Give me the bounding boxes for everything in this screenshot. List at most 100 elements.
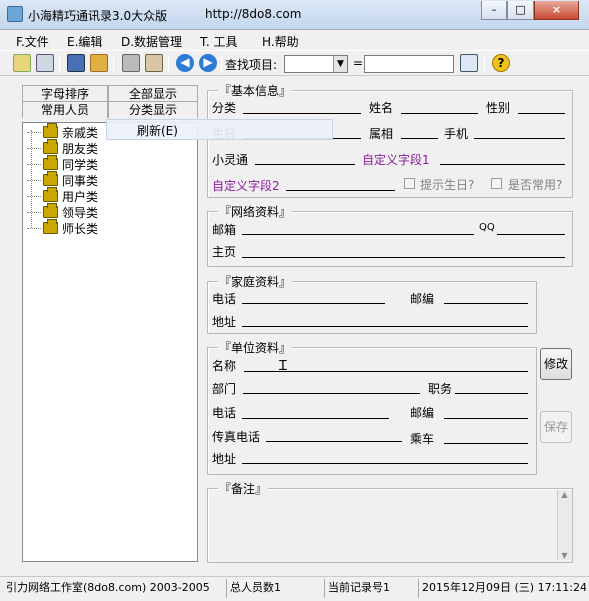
text-cursor-icon: Ɪ <box>279 358 287 374</box>
position-field[interactable] <box>455 393 528 394</box>
category-label: 分类 <box>212 101 237 115</box>
search-input[interactable] <box>364 55 454 73</box>
folder-icon <box>43 171 58 186</box>
toolbar-separator <box>221 54 222 73</box>
category-field[interactable] <box>243 113 361 114</box>
homepage-field[interactable] <box>242 257 565 258</box>
tab-category[interactable]: 分类显示 <box>108 101 198 118</box>
tab-frequent[interactable]: 常用人员 <box>22 101 108 118</box>
dept-field[interactable] <box>243 393 420 394</box>
name-label: 姓名 <box>369 101 394 115</box>
tab-show-all[interactable]: 全部显示 <box>108 85 198 102</box>
gender-label: 性别 <box>486 101 511 115</box>
menu-data[interactable]: D.数据管理 <box>121 33 182 50</box>
tools-icon[interactable] <box>145 54 163 72</box>
company-label: 名称 <box>212 359 237 373</box>
mail-icon[interactable] <box>90 54 108 72</box>
work-zip-field[interactable] <box>444 418 528 419</box>
home-zip-label: 邮编 <box>410 292 435 306</box>
basic-info-title: 『基本信息』 <box>218 82 293 99</box>
frequent-checkbox[interactable] <box>491 178 502 189</box>
work-title: 『单位资料』 <box>218 339 293 356</box>
home-zip-field[interactable] <box>444 303 528 304</box>
tree-item[interactable]: 同事类 <box>27 171 99 188</box>
home-address-label: 地址 <box>212 315 237 329</box>
tree-item-label: 朋友类 <box>62 141 99 156</box>
status-datetime: 2015年12月09日 (三) 17:11:24 <box>418 579 586 598</box>
menu-file[interactable]: F.文件 <box>16 33 49 50</box>
search-icon[interactable] <box>460 54 478 72</box>
custom-field-1[interactable] <box>440 164 565 165</box>
pager-field[interactable] <box>255 164 355 165</box>
zodiac-label: 属相 <box>369 127 394 141</box>
close-button[interactable]: × <box>534 1 579 20</box>
custom-field-2[interactable] <box>286 190 395 191</box>
category-tree[interactable]: 亲戚类 朋友类 同学类 同事类 用户类 领导类 师长类 <box>22 122 198 562</box>
folder-icon <box>43 187 58 202</box>
notes-scrollbar[interactable]: ▲ ▼ <box>557 490 571 560</box>
home-phone-label: 电话 <box>212 292 237 306</box>
work-phone-label: 电话 <box>212 406 237 420</box>
custom-field-2-label: 自定义字段2 <box>212 179 280 193</box>
folder-icon <box>43 123 58 138</box>
remind-birthday-label: 提示生日? <box>420 178 475 192</box>
fax-field[interactable] <box>266 441 402 442</box>
menu-edit[interactable]: E.编辑 <box>67 33 102 50</box>
new-icon[interactable] <box>13 54 31 72</box>
tree-item[interactable]: 领导类 <box>27 203 98 220</box>
tree-item-label: 亲戚类 <box>62 125 99 140</box>
notes-title: 『备注』 <box>218 480 269 497</box>
window-title: 小海精巧通讯录3.0大众版 <box>28 9 168 23</box>
remind-birthday-checkbox[interactable] <box>404 178 415 189</box>
pager-label: 小灵通 <box>212 153 249 167</box>
save-icon[interactable] <box>67 54 85 72</box>
tree-item[interactable]: 同学类 <box>27 155 98 172</box>
chevron-down-icon[interactable]: ▼ <box>333 56 347 72</box>
search-field-select[interactable]: ▼ <box>284 55 348 73</box>
tree-item-label: 师长类 <box>62 221 99 236</box>
gender-field[interactable] <box>518 113 565 114</box>
tree-item[interactable]: 用户类 <box>27 187 99 204</box>
tree-item[interactable]: 师长类 <box>27 219 99 236</box>
scroll-down-icon[interactable]: ▼ <box>558 551 571 560</box>
work-phone-field[interactable] <box>242 418 389 419</box>
mobile-field[interactable] <box>474 138 565 139</box>
minimize-button[interactable]: – <box>481 1 507 20</box>
mobile-label: 手机 <box>444 127 469 141</box>
back-arrow-icon[interactable]: ◀ <box>176 54 194 72</box>
status-current: 当前记录号1 <box>324 579 416 598</box>
home-address-field[interactable] <box>242 326 528 327</box>
position-label: 职务 <box>428 382 453 396</box>
contact-card-icon[interactable] <box>36 54 54 72</box>
tree-item-label: 用户类 <box>62 189 99 204</box>
toolbar-separator <box>168 54 169 73</box>
save-button[interactable]: 保存 <box>540 411 572 443</box>
bus-field[interactable] <box>444 443 528 444</box>
qq-field[interactable] <box>497 234 565 235</box>
tree-connector <box>31 130 32 228</box>
notes-group: 『备注』 <box>207 480 573 563</box>
home-phone-field[interactable] <box>242 303 385 304</box>
maximize-button[interactable]: □ <box>507 1 534 20</box>
custom-field-1-label: 自定义字段1 <box>362 153 430 167</box>
work-address-field[interactable] <box>242 463 528 464</box>
zodiac-field[interactable] <box>401 138 438 139</box>
help-icon[interactable]: ? <box>492 54 510 72</box>
status-studio: 引力网络工作室(8do8.com) 2003-2005 <box>6 581 210 594</box>
equals-sign: = <box>353 56 364 70</box>
name-field[interactable] <box>401 113 478 114</box>
tree-item[interactable]: 亲戚类 <box>27 123 99 140</box>
tree-item-label: 同事类 <box>62 173 99 188</box>
tree-item[interactable]: 朋友类 <box>27 139 99 156</box>
family-title: 『家庭资料』 <box>218 273 293 290</box>
context-menu-refresh[interactable]: 刷新(E) <box>137 122 178 139</box>
tab-alpha-sort[interactable]: 字母排序 <box>22 85 108 102</box>
menu-tools[interactable]: T. 工具 <box>200 33 238 50</box>
edit-button[interactable]: 修改 <box>540 348 572 380</box>
menu-help[interactable]: H.帮助 <box>262 33 299 50</box>
print-icon[interactable] <box>122 54 140 72</box>
forward-arrow-icon[interactable]: ▶ <box>199 54 217 72</box>
frequent-label: 是否常用? <box>508 178 563 192</box>
scroll-up-icon[interactable]: ▲ <box>558 490 571 499</box>
email-field[interactable] <box>242 234 474 235</box>
